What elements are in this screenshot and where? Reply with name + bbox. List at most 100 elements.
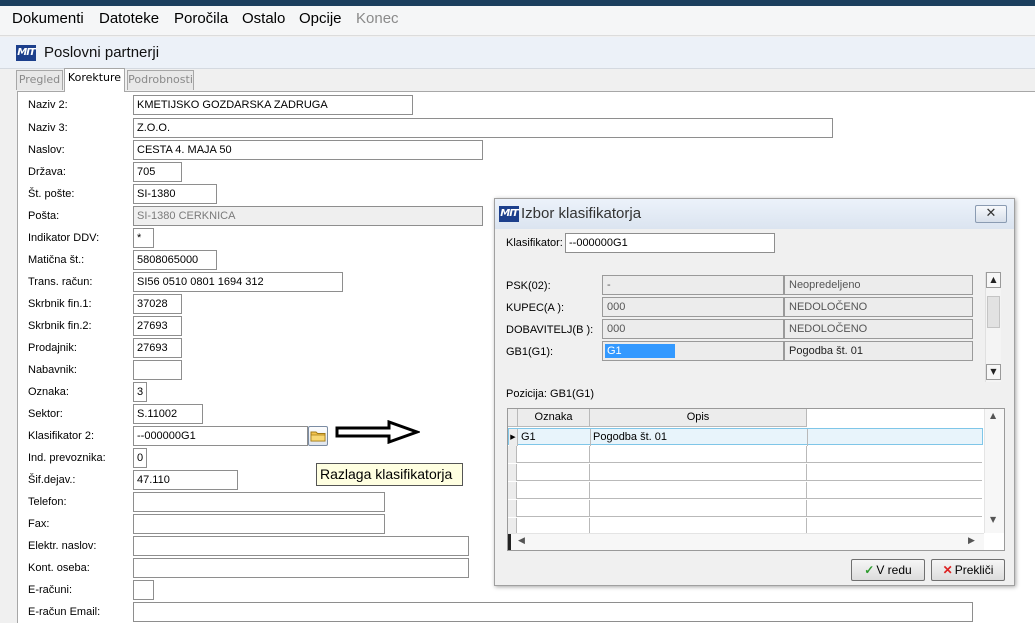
- grid-row-selected[interactable]: ▶ G1 Pogodba št. 01: [508, 428, 983, 446]
- arrow-right-icon[interactable]: ▶: [968, 536, 975, 546]
- drzava-field[interactable]: 705: [133, 162, 182, 182]
- level-code-kupec[interactable]: 000: [602, 297, 784, 317]
- menu-datoteke[interactable]: Datoteke: [99, 10, 159, 27]
- grid-corner: [508, 409, 518, 427]
- level-code-gb1[interactable]: G1: [602, 341, 784, 361]
- klasifikator-dialog: MIT Izbor klasifikatorja ✕ Klasifikator:…: [494, 198, 1015, 586]
- klasifikator-label: Klasifikator:: [506, 237, 563, 249]
- tab-podrobnosti[interactable]: Podrobnosti: [127, 70, 194, 90]
- e-racuni-field[interactable]: [133, 580, 154, 600]
- table-row[interactable]: [508, 482, 982, 499]
- menu-bar: Dokumenti Datoteke Poročila Ostalo Opcij…: [0, 0, 1035, 36]
- trans-racun-field[interactable]: SI56 0510 0801 1694 312: [133, 272, 343, 292]
- sif-dejav-field[interactable]: 47.110: [133, 470, 238, 490]
- arrow-up-icon[interactable]: ▲: [990, 411, 996, 420]
- telefon-field[interactable]: [133, 492, 385, 512]
- menu-opcije[interactable]: Opcije: [299, 10, 342, 27]
- kont-oseba-field[interactable]: [133, 558, 469, 578]
- level-code-psk[interactable]: -: [602, 275, 784, 295]
- klasifikator-input[interactable]: --000000G1: [565, 233, 775, 253]
- nabavnik-field[interactable]: [133, 360, 182, 380]
- grid-vscrollbar[interactable]: ▲ ▼: [984, 409, 1004, 533]
- menu-konec: Konec: [356, 10, 399, 27]
- menu-porocila[interactable]: Poročila: [174, 10, 228, 27]
- level-label-dobavitelj: DOBAVITELJ(B ):: [506, 324, 594, 336]
- table-row[interactable]: [508, 464, 982, 481]
- skrbnik-fin1-field[interactable]: 37028: [133, 294, 182, 314]
- ok-button[interactable]: ✓ V redu: [851, 559, 925, 581]
- scroll-thumb[interactable]: [987, 296, 1000, 328]
- levels-scrollbar[interactable]: ▲ ▼: [985, 272, 1001, 382]
- klasifikator-browse-button[interactable]: [308, 426, 328, 446]
- ok-button-label: V redu: [876, 563, 912, 577]
- tooltip: Razlaga klasifikatorja: [316, 463, 463, 486]
- level-label-gb1: GB1(G1):: [506, 346, 554, 358]
- st-poste-field[interactable]: SI-1380: [133, 184, 217, 204]
- cancel-button[interactable]: ✕ Prekliči: [931, 559, 1005, 581]
- label-e-racun-email: E-račun Email:: [28, 606, 101, 618]
- label-naslov: Naslov:: [28, 144, 65, 156]
- menu-dokumenti[interactable]: Dokumenti: [12, 10, 84, 27]
- table-row[interactable]: [508, 446, 982, 463]
- pozicija-grid: Oznaka Opis ▶ G1 Pogodba št. 01 ▲ ▼ ◀ ▶: [507, 408, 1005, 551]
- grid-cell: [590, 464, 807, 481]
- label-fax: Fax:: [28, 518, 50, 530]
- row-indicator: [508, 446, 517, 463]
- menu-ostalo[interactable]: Ostalo: [242, 10, 285, 27]
- label-nabavnik: Nabavnik:: [28, 364, 77, 376]
- cancel-button-label: Prekliči: [954, 563, 994, 577]
- sektor-field[interactable]: S.11002: [133, 404, 203, 424]
- row-indicator: [508, 500, 517, 517]
- dialog-titlebar: MIT Izbor klasifikatorja ✕: [495, 199, 1014, 229]
- arrow-annotation-icon: [335, 420, 420, 444]
- label-sif-dejav: Šif.dejav.:: [28, 474, 76, 486]
- naslov-field[interactable]: CESTA 4. MAJA 50: [133, 140, 483, 160]
- grid-cell: [518, 500, 590, 517]
- e-racun-email-field[interactable]: [133, 602, 973, 622]
- arrow-up-icon: ▲: [990, 275, 997, 284]
- grid-hscrollbar[interactable]: ◀ ▶: [508, 533, 984, 550]
- app-logo: MIT: [16, 45, 36, 61]
- elektr-naslov-field[interactable]: [133, 536, 469, 556]
- label-st-poste: Št. pošte:: [28, 188, 75, 200]
- row-indicator-icon: ▶: [509, 429, 518, 446]
- level-desc-kupec: NEDOLOČENO: [784, 297, 973, 317]
- table-row[interactable]: [508, 500, 982, 517]
- naziv3-field[interactable]: Z.O.O.: [133, 118, 833, 138]
- tab-korekture[interactable]: Korekture: [64, 68, 125, 92]
- level-label-psk: PSK(02):: [506, 280, 551, 292]
- grid-cell: [518, 464, 590, 481]
- level-desc-dobavitelj: NEDOLOČENO: [784, 319, 973, 339]
- scroll-up-button[interactable]: ▲: [986, 272, 1001, 288]
- level-code-dobavitelj[interactable]: 000: [602, 319, 784, 339]
- ind-prevoznika-field[interactable]: 0: [133, 448, 147, 468]
- prodajnik-field[interactable]: 27693: [133, 338, 182, 358]
- oznaka-field[interactable]: 3: [133, 382, 147, 402]
- maticna-st-field[interactable]: 5808065000: [133, 250, 217, 270]
- dialog-close-button[interactable]: ✕: [975, 205, 1007, 223]
- skrbnik-fin2-field[interactable]: 27693: [133, 316, 182, 336]
- label-kont-oseba: Kont. oseba:: [28, 562, 90, 574]
- klasifikator2-field[interactable]: --000000G1: [133, 426, 308, 446]
- label-sektor: Sektor:: [28, 408, 63, 420]
- label-indikator-ddv: Indikator DDV:: [28, 232, 100, 244]
- tab-pregled[interactable]: Pregled: [16, 70, 63, 90]
- arrow-left-icon[interactable]: ◀: [518, 536, 525, 546]
- indikator-ddv-field[interactable]: *: [133, 228, 154, 248]
- check-icon: ✓: [864, 563, 875, 577]
- row-indicator: [508, 482, 517, 499]
- dialog-logo: MIT: [499, 206, 519, 222]
- folder-icon: [310, 431, 326, 442]
- arrow-down-icon[interactable]: ▼: [990, 515, 996, 524]
- naziv2-field[interactable]: KMETIJSKO GOZDARSKA ZADRUGA: [133, 95, 413, 115]
- grid-header-oznaka[interactable]: Oznaka: [518, 409, 590, 427]
- row-indicator: [508, 464, 517, 481]
- scroll-down-button[interactable]: ▼: [986, 364, 1001, 380]
- label-posta: Pošta:: [28, 210, 60, 222]
- grid-header-opis[interactable]: Opis: [590, 409, 807, 427]
- label-drzava: Država:: [28, 166, 66, 178]
- label-elektr-naslov: Elektr. naslov:: [28, 540, 97, 552]
- label-prodajnik: Prodajnik:: [28, 342, 77, 354]
- grid-cell: [590, 446, 807, 463]
- fax-field[interactable]: [133, 514, 385, 534]
